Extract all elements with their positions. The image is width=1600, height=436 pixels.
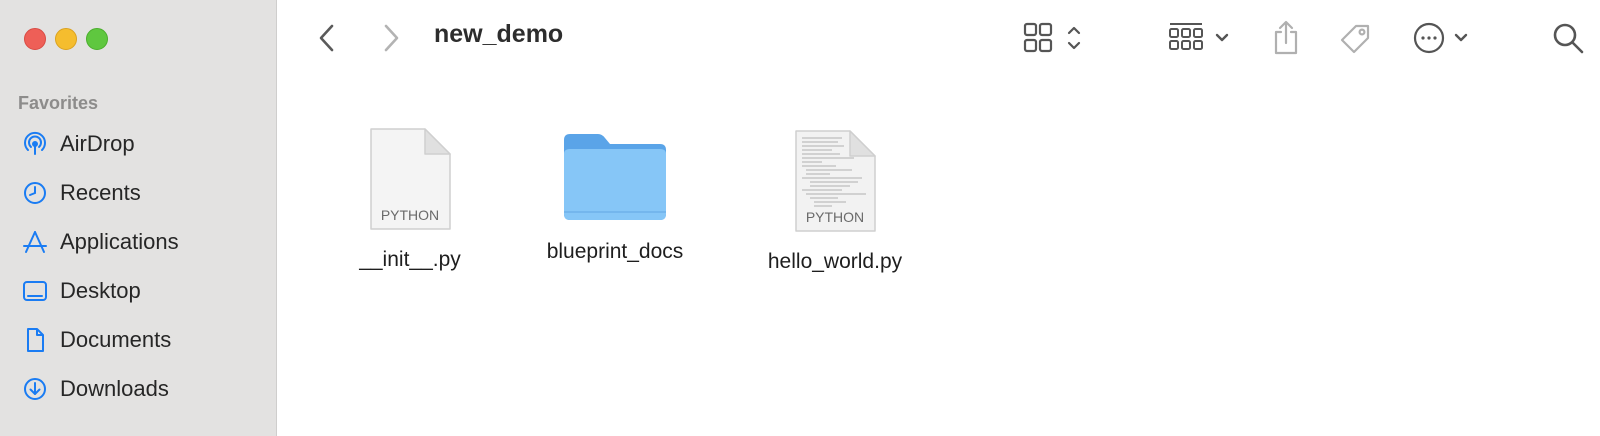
sidebar: Favorites AirDrop Recents Applications D… (0, 0, 277, 436)
python-file-icon: PYTHON (370, 128, 451, 230)
sidebar-section-favorites: Favorites (18, 93, 99, 113)
sidebar-item-recents[interactable]: Recents (0, 173, 276, 213)
back-button[interactable] (312, 22, 342, 54)
sidebar-item-downloads[interactable]: Downloads (0, 369, 276, 409)
chevron-right-icon (384, 24, 399, 52)
minimize-window-button[interactable] (55, 28, 77, 50)
tag-icon (1340, 24, 1370, 54)
chevron-left-icon (319, 24, 334, 52)
file-name: hello_world.py (767, 250, 903, 273)
sidebar-item-applications[interactable]: Applications (0, 222, 276, 262)
icon-grid-view-icon (1023, 22, 1081, 53)
view-mode-button[interactable] (1022, 20, 1092, 56)
folder-name: blueprint_docs (546, 240, 684, 263)
tags-button[interactable] (1336, 20, 1374, 58)
ellipsis-circle-icon (1413, 22, 1468, 54)
sidebar-item-label: Recents (60, 180, 141, 205)
share-icon (1274, 20, 1298, 55)
sidebar-item-documents[interactable]: Documents (0, 320, 276, 360)
file-item-init[interactable]: PYTHON __init__.py (345, 126, 475, 272)
folder-icon (564, 134, 666, 220)
sidebar-item-desktop[interactable]: Desktop (0, 271, 276, 311)
file-item-hello-world[interactable]: PYTHON hello_world.py (755, 128, 915, 274)
file-name: __init__.py (359, 248, 461, 271)
forward-button[interactable] (376, 22, 406, 54)
search-button[interactable] (1550, 20, 1586, 56)
sidebar-item-label: AirDrop (60, 131, 135, 156)
sidebar-item-label: Desktop (60, 278, 141, 303)
window-controls (24, 28, 108, 50)
search-icon (1553, 23, 1584, 54)
maximize-window-button[interactable] (86, 28, 108, 50)
applications-icon (21, 228, 49, 256)
clock-icon (21, 179, 49, 207)
folder-item-blueprint-docs[interactable]: blueprint_docs (535, 130, 695, 264)
sidebar-item-label: Downloads (60, 376, 169, 401)
sidebar-item-label: Documents (60, 327, 172, 352)
window-title: new_demo (434, 20, 564, 48)
file-kind-label: PYTHON (381, 207, 439, 223)
close-window-button[interactable] (24, 28, 46, 50)
download-icon (21, 375, 49, 403)
python-file-icon: PYTHON (795, 130, 876, 232)
group-button[interactable] (1168, 20, 1232, 56)
more-actions-button[interactable] (1412, 20, 1476, 56)
file-kind-label: PYTHON (806, 209, 864, 225)
share-button[interactable] (1270, 18, 1302, 58)
sidebar-item-airdrop[interactable]: AirDrop (0, 124, 276, 164)
sidebar-item-label: Applications (60, 229, 179, 254)
desktop-icon (21, 277, 49, 305)
group-icon (1169, 23, 1229, 50)
document-icon (21, 326, 49, 354)
airdrop-icon (21, 130, 49, 158)
